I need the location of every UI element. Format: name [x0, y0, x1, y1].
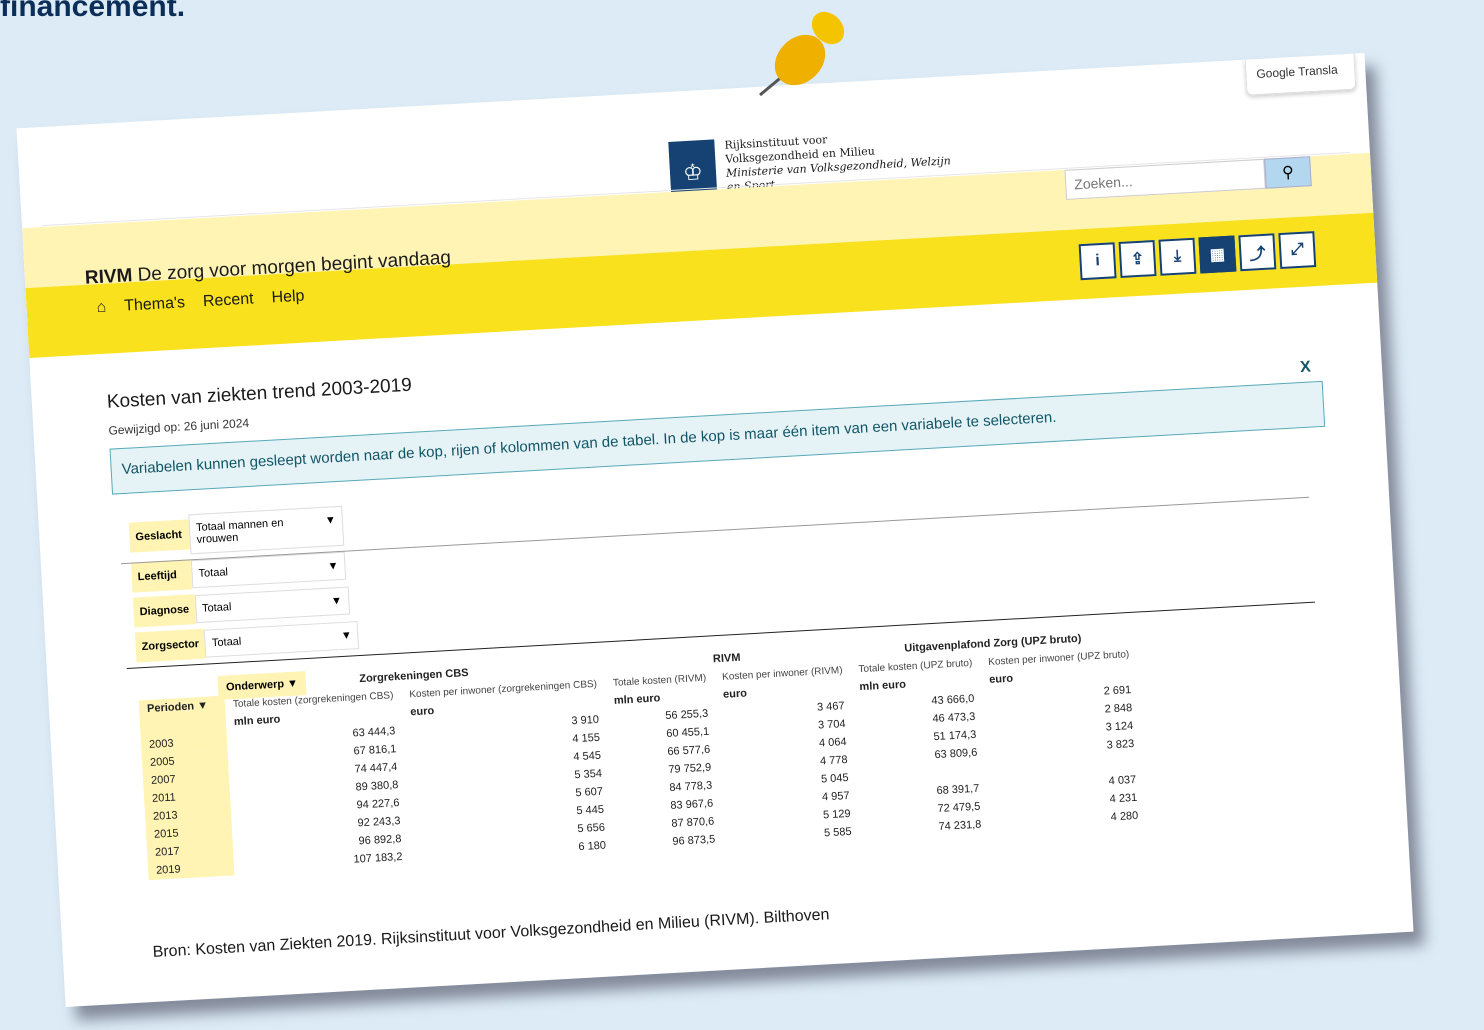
filter-icon[interactable]: ▼: [341, 629, 353, 642]
filter-value-text: Totaal: [198, 566, 229, 580]
filter-geslacht[interactable]: Geslacht Totaal mannen en vrouwen ▼: [128, 505, 353, 557]
filter-icon[interactable]: ▼: [325, 514, 337, 539]
screenshot-card: Google Transla ♔ Rijksinstituut voor Vol…: [16, 53, 1414, 1007]
google-translate-widget[interactable]: Google Transla: [1244, 53, 1357, 96]
nav-recent[interactable]: Recent: [203, 290, 255, 311]
filter-label: Zorgsector: [134, 628, 206, 663]
close-notice-button[interactable]: X: [1300, 358, 1312, 377]
data-table: Zorgrekeningen CBS RIVM Uitgavenplafond …: [138, 627, 1147, 881]
search-icon: ⚲: [1281, 164, 1295, 182]
filter-icon[interactable]: ▼: [327, 560, 339, 573]
nav-help[interactable]: Help: [271, 288, 305, 308]
expand-icon[interactable]: ⤢: [1278, 231, 1317, 270]
row-year: 2019: [147, 857, 235, 881]
filter-icon[interactable]: ▼: [197, 700, 209, 713]
notice-text: Variabelen kunnen gesleept worden naar d…: [121, 408, 1057, 479]
filter-label: Leeftijd: [130, 559, 193, 593]
source-caption: Bron: Kosten van Ziekten 2019. Rijksinst…: [152, 906, 830, 962]
info-icon[interactable]: i: [1078, 242, 1117, 281]
table-icon[interactable]: ▦: [1198, 235, 1237, 274]
pushpin-icon: [759, 11, 845, 97]
download-icon[interactable]: ⤓: [1158, 237, 1197, 276]
filter-label: Geslacht: [128, 519, 191, 553]
perioden-label: Perioden: [146, 700, 195, 715]
brand-name: RIVM: [84, 265, 133, 289]
filter-value[interactable]: Totaal ▼: [204, 621, 360, 658]
share-icon[interactable]: ⇪: [1118, 240, 1157, 278]
filter-value[interactable]: Totaal ▼: [194, 586, 350, 624]
modified-date: Gewijzigd op: 26 juni 2024: [108, 415, 250, 438]
search-button[interactable]: ⚲: [1264, 156, 1312, 189]
filter-icon[interactable]: ▼: [331, 595, 343, 608]
chart-icon[interactable]: ⤴: [1238, 233, 1277, 272]
page-title: Kosten van ziekten trend 2003-2019: [106, 374, 413, 413]
caption-top: financement.: [0, 0, 186, 23]
nav-themas[interactable]: Thema's: [124, 294, 186, 315]
filter-value-text: Totaal: [201, 601, 232, 615]
home-icon[interactable]: ⌂: [96, 299, 107, 318]
filter-panel: Geslacht Totaal mannen en vrouwen ▼ Leeft…: [128, 505, 360, 667]
filter-value-text: Totaal: [211, 635, 242, 650]
filter-value[interactable]: Totaal mannen en vrouwen ▼: [188, 505, 345, 555]
filter-value-text: Totaal mannen en vrouwen: [195, 517, 284, 546]
filter-label: Diagnose: [132, 594, 196, 628]
